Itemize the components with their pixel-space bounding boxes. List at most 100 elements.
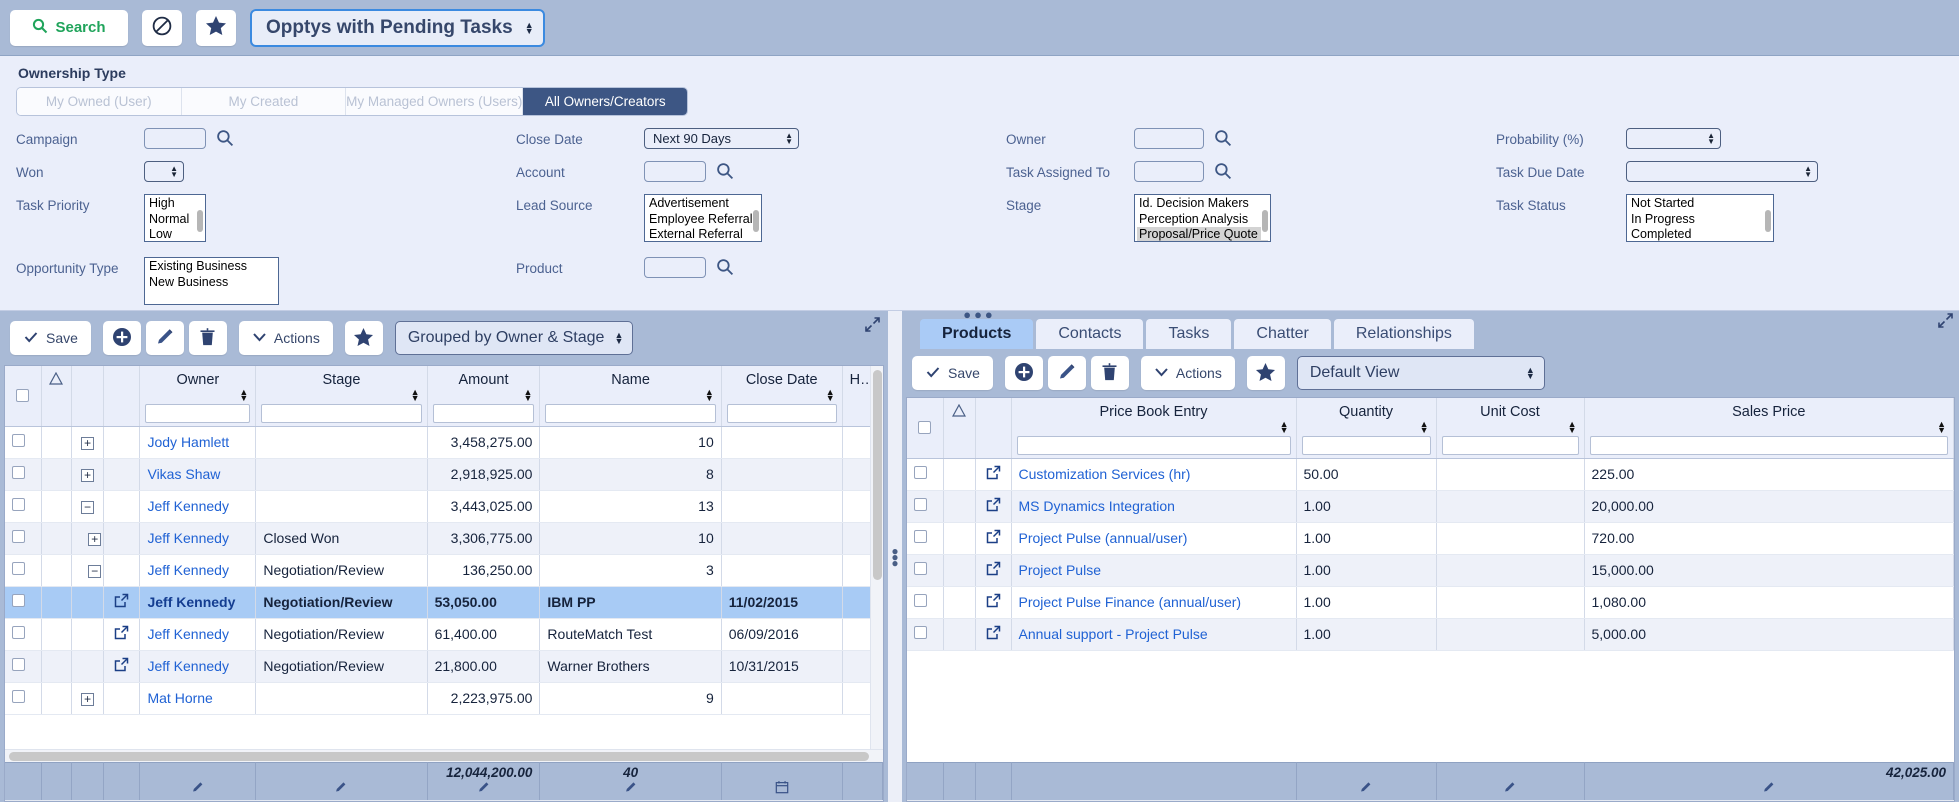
row-open-cell[interactable] [975,586,1012,619]
row-checkbox[interactable] [914,562,927,575]
column-filter-input[interactable] [1016,435,1291,455]
list-item[interactable]: Id. Decision Makers [1137,196,1268,212]
sort-icon[interactable]: ▲ ▼ [524,387,533,402]
select-all-checkbox[interactable] [918,420,932,434]
row-checkbox[interactable] [12,658,25,671]
collapse-icon[interactable] [865,317,880,337]
open-record-icon[interactable] [986,561,1001,579]
add-button[interactable] [1004,356,1043,390]
task-due-date-select[interactable]: ▲ ▼ [1626,161,1818,182]
cell-price-book-entry[interactable]: Annual support - Project Pulse [1011,618,1297,651]
favorite-button[interactable] [344,321,383,355]
cell-owner[interactable]: Jeff Kennedy [139,586,257,619]
owner-link[interactable]: Jeff Kennedy [147,594,235,610]
table-row[interactable]: − Jeff Kennedy 3,443,025.00 13 [5,490,883,523]
probability-select[interactable]: ▲ ▼ [1626,128,1721,149]
row-open-cell[interactable] [103,650,141,683]
sort-icon[interactable]: ▲ ▼ [1280,419,1289,434]
cell-owner[interactable]: Jeff Kennedy [139,522,257,555]
column-filter-input[interactable] [145,403,251,423]
column-filter-input[interactable] [261,403,422,423]
table-row[interactable]: Jeff Kennedy Negotiation/Review 53,050.0… [5,586,883,619]
vertical-splitter-handle[interactable]: ● ● ● [888,311,902,802]
favorite-button[interactable] [196,9,236,46]
table-row[interactable]: Customization Services (hr) 50.00 225.00 [907,458,1954,491]
scrollbar[interactable] [269,259,277,303]
row-checkbox[interactable] [914,530,927,543]
expand-icon[interactable]: + [81,469,95,483]
close-date-select[interactable]: Next 90 Days ▲ ▼ [644,128,799,149]
cell-owner[interactable]: Jody Hamlett [139,426,257,459]
pencil-icon[interactable] [191,780,205,797]
column-filter-input[interactable] [1441,435,1579,455]
list-item[interactable]: Proposal/Price Quote [1137,227,1268,241]
footer-amount-total[interactable]: 12,044,200.00 [427,762,541,801]
table-row[interactable]: Project Pulse (annual/user) 1.00 720.00 [907,522,1954,555]
footer-owner-aggregate[interactable] [139,762,257,801]
task-priority-listbox[interactable]: High Normal Low [144,194,206,242]
table-row[interactable]: Project Pulse Finance (annual/user) 1.00… [907,586,1954,619]
sort-icon[interactable]: ▲ ▼ [1568,419,1577,434]
grouping-view-select[interactable]: Grouped by Owner & Stage ▲ ▼ [394,321,634,355]
row-checkbox[interactable] [12,690,25,703]
search-icon[interactable] [1214,129,1232,152]
pencil-icon[interactable] [624,780,638,797]
row-checkbox[interactable] [12,562,25,575]
select-all-checkbox[interactable] [16,388,30,402]
cell-price-book-entry[interactable]: Project Pulse [1011,554,1297,587]
favorite-button[interactable] [1246,356,1285,390]
select-all-header[interactable] [5,366,42,427]
row-checkbox-cell[interactable] [5,490,42,523]
scrollbar[interactable] [752,196,760,240]
sort-icon[interactable]: ▲ ▼ [826,387,835,402]
column-filter-input[interactable] [726,403,837,423]
tab-relationships[interactable]: Relationships [1333,319,1474,349]
scrollbar[interactable] [196,196,204,240]
row-checkbox-cell[interactable] [5,682,42,715]
search-icon[interactable] [1214,162,1232,185]
owner-input[interactable] [1134,128,1204,149]
cell-price-book-entry[interactable]: Project Pulse Finance (annual/user) [1011,586,1297,619]
list-item[interactable]: Employee Referral [647,212,759,228]
save-button[interactable]: Save [10,321,91,355]
stage-listbox[interactable]: Id. Decision Makers Perception Analysis … [1134,194,1271,242]
footer-unit-cost-aggregate[interactable] [1436,762,1585,801]
row-checkbox-cell[interactable] [5,426,42,459]
cell-owner[interactable]: Jeff Kennedy [139,618,257,651]
row-checkbox[interactable] [914,498,927,511]
price-book-entry-link[interactable]: Project Pulse [1019,562,1101,578]
search-icon[interactable] [716,258,734,281]
row-checkbox[interactable] [914,594,927,607]
select-all-header[interactable] [907,398,944,459]
cell-owner[interactable]: Mat Horne [139,682,257,715]
cell-price-book-entry[interactable]: MS Dynamics Integration [1011,490,1297,523]
row-expander-cell[interactable]: − [71,554,105,587]
list-item[interactable]: Advertisement [647,196,759,212]
row-expander-cell[interactable]: + [71,426,105,459]
list-item[interactable]: High [147,196,203,212]
open-record-icon[interactable] [986,593,1001,611]
no-entry-button[interactable] [142,9,182,46]
tab-chatter[interactable]: Chatter [1234,319,1331,349]
footer-stage-aggregate[interactable] [255,762,428,801]
footer-quantity-aggregate[interactable] [1296,762,1437,801]
table-row[interactable]: MS Dynamics Integration 1.00 20,000.00 [907,490,1954,523]
pencil-icon[interactable] [1359,780,1373,797]
owner-link[interactable]: Jeff Kennedy [147,498,228,514]
ownership-tab-my-managed-owners[interactable]: My Managed Owners (Users) [346,88,524,115]
pencil-icon[interactable] [334,780,348,797]
list-item[interactable]: External Referral [647,227,759,241]
scrollbar[interactable] [1764,196,1772,240]
task-assigned-to-input[interactable] [1134,161,1204,182]
column-filter-input[interactable] [1301,435,1431,455]
ownership-tab-my-owned[interactable]: My Owned (User) [17,88,182,115]
campaign-input[interactable] [144,128,206,149]
list-item[interactable]: Existing Business [147,259,276,275]
open-record-icon[interactable] [986,625,1001,643]
row-open-cell[interactable] [975,554,1012,587]
row-checkbox-cell[interactable] [907,586,944,619]
delete-button[interactable] [188,321,227,355]
row-checkbox-cell[interactable] [907,522,944,555]
lead-source-listbox[interactable]: Advertisement Employee Referral External… [644,194,762,242]
footer-name-total[interactable]: 40 [539,762,722,801]
